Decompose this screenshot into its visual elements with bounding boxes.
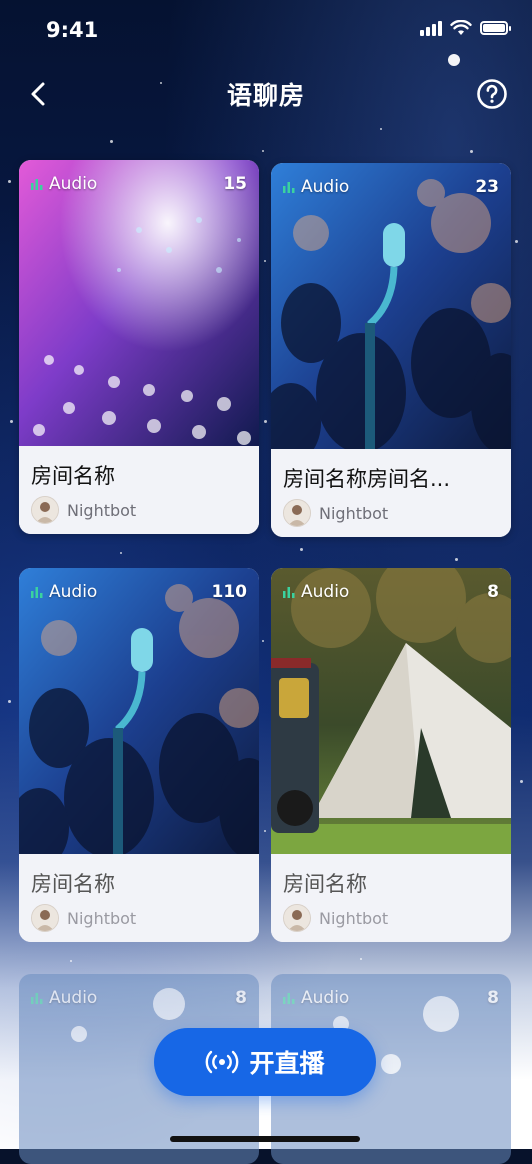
host-name: Nightbot [319, 503, 389, 523]
audio-bars-icon [283, 182, 295, 193]
room-title: 房间名称 [283, 872, 367, 896]
room-type-label: Audio [49, 582, 98, 602]
room-card[interactable]: Audio 8 房间名称 Nightbot [271, 568, 511, 942]
listener-count: 15 [223, 174, 247, 194]
home-indicator[interactable] [170, 1136, 360, 1142]
room-info: 房间名称 Nightbot [19, 854, 259, 942]
room-cover-image: Audio 110 [19, 568, 259, 854]
room-title: 房间名称 [31, 464, 115, 488]
room-type-label: Audio [301, 582, 350, 602]
listener-count: 8 [235, 988, 247, 1008]
room-type-tag: Audio [283, 177, 349, 197]
avatar [31, 496, 59, 524]
signal-icon [420, 20, 442, 36]
status-icons [420, 20, 511, 36]
room-type-label: Audio [301, 988, 350, 1008]
room-type-tag: Audio [31, 582, 97, 602]
room-card[interactable]: Audio 23 房间名称房间名... Nightbot [271, 163, 511, 537]
broadcast-icon [206, 1050, 239, 1074]
room-type-tag: Audio [283, 582, 349, 602]
room-host: Nightbot [283, 499, 388, 527]
listener-count: 8 [487, 582, 499, 602]
host-name: Nightbot [67, 500, 137, 520]
microphone-image [271, 163, 511, 449]
listener-count: 8 [487, 988, 499, 1008]
battery-icon [480, 21, 511, 35]
avatar [283, 904, 311, 932]
status-time: 9:41 [46, 18, 99, 42]
wifi-icon [450, 20, 472, 35]
room-card[interactable]: Audio 15 房间名称 Nightbot [19, 160, 259, 534]
room-type-tag: Audio [31, 988, 97, 1008]
avatar [283, 499, 311, 527]
audio-bars-icon [283, 587, 295, 598]
help-circle-icon [477, 79, 507, 109]
concert-stage-image [19, 160, 259, 446]
microphone-image [19, 568, 259, 854]
audio-bars-icon [31, 587, 43, 598]
audio-bars-icon [283, 993, 295, 1004]
room-type-tag: Audio [31, 174, 97, 194]
audio-bars-icon [31, 179, 43, 190]
help-button[interactable] [474, 76, 510, 112]
room-info: 房间名称 Nightbot [271, 854, 511, 942]
camping-tent-image [271, 568, 511, 854]
listener-count: 110 [211, 582, 248, 602]
room-info: 房间名称房间名... Nightbot [271, 449, 511, 537]
room-title: 房间名称房间名... [283, 467, 451, 491]
room-info: 房间名称 Nightbot [19, 446, 259, 534]
room-type-label: Audio [49, 988, 98, 1008]
room-host: Nightbot [283, 904, 388, 932]
avatar [31, 904, 59, 932]
host-name: Nightbot [67, 908, 137, 928]
listener-count: 23 [475, 177, 499, 197]
status-bar: 9:41 [0, 0, 532, 60]
room-cover-image: Audio 23 [271, 163, 511, 449]
audio-bars-icon [31, 993, 43, 1004]
room-type-label: Audio [49, 174, 98, 194]
page-title: 语聊房 [226, 81, 305, 110]
go-live-button[interactable]: 开直播 [154, 1028, 376, 1096]
room-card[interactable]: Audio 110 房间名称 Nightbot [19, 568, 259, 942]
host-name: Nightbot [319, 908, 389, 928]
go-live-label: 开直播 [249, 1049, 325, 1078]
room-cover-image: Audio 8 [271, 568, 511, 854]
room-type-tag: Audio [283, 988, 349, 1008]
room-cover-image: Audio 15 [19, 160, 259, 446]
room-title: 房间名称 [31, 872, 115, 896]
room-host: Nightbot [31, 904, 136, 932]
room-type-label: Audio [301, 177, 350, 197]
room-host: Nightbot [31, 496, 136, 524]
nav-bar: 语聊房 [0, 66, 532, 122]
